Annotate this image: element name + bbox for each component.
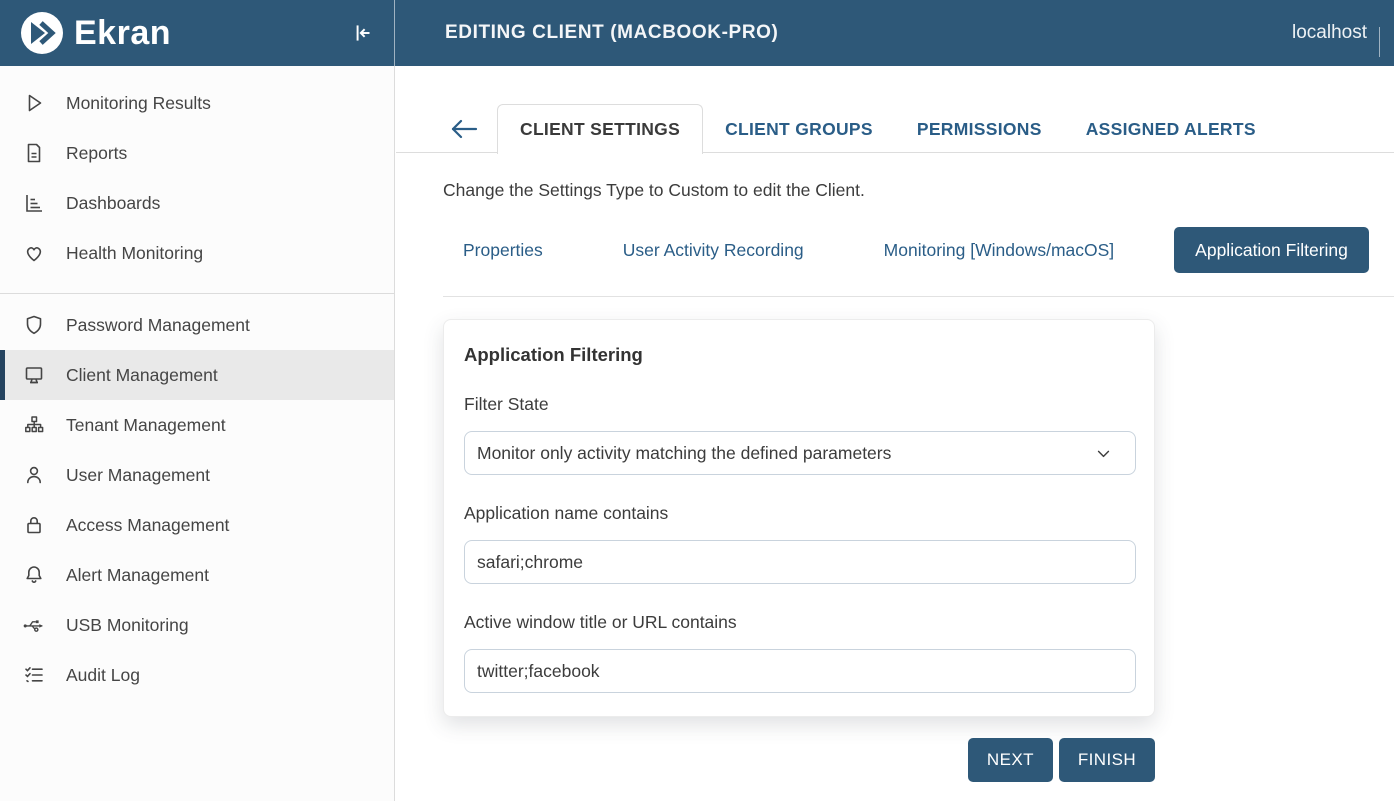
application-name-input[interactable] (464, 540, 1136, 584)
subtab-monitoring-windows-macos[interactable]: Monitoring [Windows/macOS] (864, 240, 1135, 261)
sidebar-item-label: Access Management (66, 515, 229, 536)
subtab-user-activity-recording[interactable]: User Activity Recording (603, 240, 824, 261)
sidebar-item-label: Health Monitoring (66, 243, 203, 264)
application-name-label: Application name contains (464, 503, 1134, 524)
tab-client-settings[interactable]: CLIENT SETTINGS (497, 104, 703, 154)
window-title-label: Active window title or URL contains (464, 612, 1134, 633)
sidebar-item-usb-monitoring[interactable]: USB Monitoring (0, 600, 394, 650)
sitemap-icon (22, 413, 46, 437)
tab-assigned-alerts[interactable]: ASSIGNED ALERTS (1064, 105, 1278, 154)
ekran-logo-icon (20, 11, 64, 55)
sidebar-item-label: Dashboards (66, 193, 160, 214)
filter-state-select-wrap: Monitor only activity matching the defin… (464, 431, 1134, 475)
usb-icon (22, 613, 46, 637)
sidebar: Monitoring Results Reports Dashboards He… (0, 66, 395, 801)
sidebar-divider (0, 293, 394, 294)
shield-icon (22, 313, 46, 337)
settings-notice: Change the Settings Type to Custom to ed… (443, 180, 1394, 201)
lock-icon (22, 513, 46, 537)
brand-name: Ekran (74, 16, 171, 50)
sidebar-item-health-monitoring[interactable]: Health Monitoring (0, 228, 394, 278)
server-name[interactable]: localhost (1292, 22, 1367, 44)
sidebar-item-label: USB Monitoring (66, 615, 189, 636)
bell-icon (22, 563, 46, 587)
sidebar-item-label: Audit Log (66, 665, 140, 686)
sidebar-item-label: Alert Management (66, 565, 209, 586)
bar-chart-icon (22, 191, 46, 215)
action-buttons: NEXT FINISH (396, 738, 1155, 782)
header-edge-separator (1379, 27, 1380, 57)
top-bar: Ekran EDITING CLIENT (MACBOOK-PRO) local… (0, 0, 1394, 66)
sidebar-item-label: User Management (66, 465, 210, 486)
sidebar-item-dashboards[interactable]: Dashboards (0, 178, 394, 228)
checklist-icon (22, 663, 46, 687)
sidebar-item-label: Reports (66, 143, 127, 164)
sidebar-item-label: Password Management (66, 315, 250, 336)
page-title: EDITING CLIENT (MACBOOK-PRO) (445, 22, 778, 44)
monitor-icon (22, 363, 46, 387)
sidebar-item-tenant-management[interactable]: Tenant Management (0, 400, 394, 450)
main-content: CLIENT SETTINGS CLIENT GROUPS PERMISSION… (396, 66, 1394, 801)
content-divider (443, 296, 1394, 297)
sidebar-item-user-management[interactable]: User Management (0, 450, 394, 500)
sidebar-item-client-management[interactable]: Client Management (0, 350, 394, 400)
subtab-row: Properties User Activity Recording Monit… (443, 227, 1394, 273)
report-icon (22, 141, 46, 165)
play-icon (22, 91, 46, 115)
application-filtering-card: Application Filtering Filter State Monit… (443, 319, 1155, 717)
finish-button[interactable]: FINISH (1059, 738, 1155, 782)
subtab-properties[interactable]: Properties (443, 240, 563, 261)
brand-logo[interactable]: Ekran (20, 11, 171, 55)
sidebar-item-password-management[interactable]: Password Management (0, 300, 394, 350)
collapse-sidebar-icon[interactable] (350, 20, 376, 46)
sidebar-header: Ekran (0, 0, 395, 66)
filter-state-label: Filter State (464, 394, 1134, 415)
sidebar-item-alert-management[interactable]: Alert Management (0, 550, 394, 600)
filter-state-select[interactable]: Monitor only activity matching the defin… (464, 431, 1136, 475)
tab-row: CLIENT SETTINGS CLIENT GROUPS PERMISSION… (396, 66, 1394, 153)
header-title-area: EDITING CLIENT (MACBOOK-PRO) localhost (395, 0, 1394, 66)
sidebar-item-monitoring-results[interactable]: Monitoring Results (0, 78, 394, 128)
sidebar-item-label: Monitoring Results (66, 93, 211, 114)
sidebar-item-label: Client Management (66, 365, 218, 386)
sidebar-item-reports[interactable]: Reports (0, 128, 394, 178)
window-title-input[interactable] (464, 649, 1136, 693)
sidebar-item-label: Tenant Management (66, 415, 226, 436)
tabs: CLIENT SETTINGS CLIENT GROUPS PERMISSION… (497, 104, 1278, 154)
heart-icon (22, 241, 46, 265)
sidebar-item-access-management[interactable]: Access Management (0, 500, 394, 550)
next-button[interactable]: NEXT (968, 738, 1053, 782)
sidebar-item-audit-log[interactable]: Audit Log (0, 650, 394, 700)
tab-permissions[interactable]: PERMISSIONS (895, 105, 1064, 154)
back-arrow-icon[interactable] (448, 116, 480, 142)
user-icon (22, 463, 46, 487)
tab-client-groups[interactable]: CLIENT GROUPS (703, 105, 895, 154)
subtab-application-filtering[interactable]: Application Filtering (1174, 227, 1369, 273)
card-heading: Application Filtering (464, 344, 1134, 366)
